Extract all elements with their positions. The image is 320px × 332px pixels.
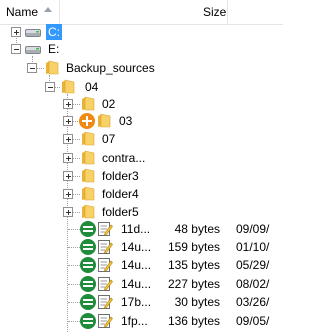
collapse-icon[interactable]	[11, 44, 21, 54]
column-divider[interactable]	[227, 0, 228, 24]
folder-icon	[82, 204, 95, 219]
file-size: 48 bytes	[174, 222, 220, 236]
tree-guide-line	[68, 247, 80, 248]
expand-icon[interactable]	[63, 189, 73, 199]
tree-item-label[interactable]: 17b...	[121, 294, 151, 310]
file-edit-icon	[98, 258, 113, 272]
tree-guide-line	[68, 321, 80, 322]
file-date: 01/10/	[236, 240, 270, 254]
hard-drive-icon	[25, 46, 41, 54]
hard-drive-icon	[25, 29, 41, 37]
tree-guide-line	[72, 158, 80, 159]
file-edit-icon	[98, 277, 113, 291]
folder-icon	[82, 150, 95, 165]
tree-guide-line	[72, 194, 80, 195]
file-tree: Name Size C: E: Backup_sources 04 02 03 07 cont…	[0, 0, 283, 332]
file-date: 08/02/	[236, 277, 270, 291]
sort-ascending-icon	[44, 7, 52, 12]
tree-item-label[interactable]: folder4	[102, 186, 139, 202]
folder-icon	[62, 79, 75, 94]
expand-icon[interactable]	[11, 27, 21, 37]
folder-icon	[82, 186, 95, 201]
equal-status-icon	[80, 276, 96, 292]
column-divider[interactable]	[59, 0, 60, 24]
file-size: 30 bytes	[174, 295, 220, 309]
tree-item-label[interactable]: 14u...	[121, 257, 151, 273]
tree-guide-line	[72, 139, 80, 140]
tree-guide-line	[68, 229, 80, 230]
tree-item-label[interactable]: folder3	[102, 168, 139, 184]
equal-status-icon	[80, 313, 96, 329]
expand-icon[interactable]	[63, 171, 73, 181]
collapse-icon[interactable]	[45, 82, 55, 92]
tree-guide-line	[68, 302, 80, 303]
tree-item-label[interactable]: contra...	[102, 150, 145, 166]
equal-status-icon	[80, 294, 96, 310]
folder-icon	[98, 113, 111, 128]
tree-item-label[interactable]: 07	[102, 131, 115, 147]
file-size: 227 bytes	[167, 277, 220, 291]
equal-status-icon	[80, 257, 96, 273]
file-size: 136 bytes	[167, 314, 220, 328]
equal-status-icon	[80, 239, 96, 255]
tree-item-label[interactable]: 14u...	[121, 276, 151, 292]
file-edit-icon	[98, 314, 113, 328]
collapse-icon[interactable]	[27, 63, 37, 73]
file-date: 05/29/	[236, 258, 270, 272]
file-date: 03/26/	[236, 295, 270, 309]
file-edit-icon	[98, 222, 113, 236]
tree-item-label[interactable]: Backup_sources	[66, 60, 155, 76]
tree-item-label[interactable]: 04	[85, 79, 98, 95]
tree-item-label[interactable]: 1fp...	[121, 313, 148, 329]
tree-guide-line	[72, 176, 80, 177]
expand-icon[interactable]	[63, 134, 73, 144]
tree-guide-line	[72, 212, 80, 213]
tree-guide-line	[68, 265, 80, 266]
tree-item-label[interactable]: 03	[119, 113, 132, 129]
folder-icon	[46, 60, 59, 75]
folder-icon	[82, 96, 95, 111]
tree-guide-line	[72, 104, 80, 105]
expand-icon[interactable]	[63, 207, 73, 217]
tree-item-label[interactable]: 14u...	[121, 239, 151, 255]
tree-guide-line	[68, 284, 80, 285]
size-column-header[interactable]: Size	[203, 5, 226, 19]
tree-item-label[interactable]: folder5	[102, 204, 139, 220]
file-date: 09/09/	[236, 222, 270, 236]
file-edit-icon	[98, 295, 113, 309]
folder-icon	[82, 168, 95, 183]
expand-icon[interactable]	[63, 153, 73, 163]
tree-item-label[interactable]: E:	[48, 41, 59, 57]
file-date: 09/05/	[236, 314, 270, 328]
file-edit-icon	[98, 240, 113, 254]
file-size: 135 bytes	[167, 258, 220, 272]
equal-status-icon	[80, 221, 96, 237]
column-header: Name Size	[0, 0, 283, 25]
added-status-icon	[79, 113, 95, 129]
tree-item-label[interactable]: 02	[102, 96, 115, 112]
expand-icon[interactable]	[63, 99, 73, 109]
folder-icon	[82, 131, 95, 146]
file-size: 159 bytes	[167, 240, 220, 254]
expand-icon[interactable]	[63, 116, 73, 126]
name-column-header[interactable]: Name	[6, 5, 38, 19]
tree-item-label[interactable]: 11d...	[121, 221, 150, 237]
tree-item-label[interactable]: C:	[46, 24, 62, 40]
